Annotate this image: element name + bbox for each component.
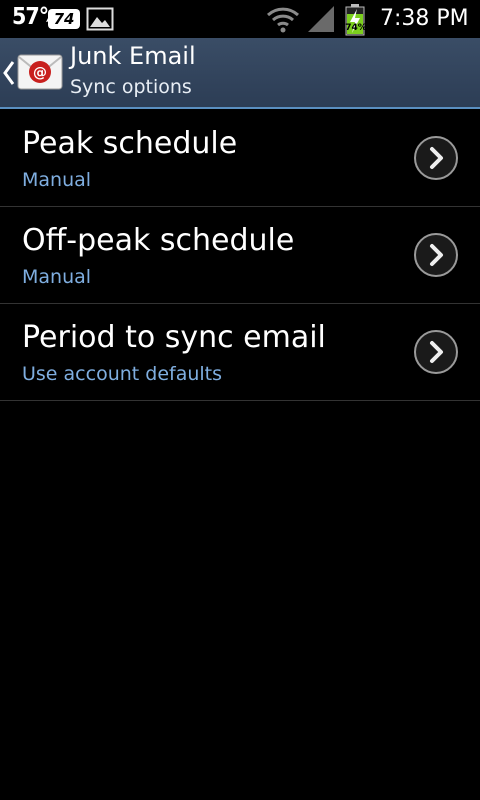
setting-value: Manual [22,266,92,288]
notification-badge-count: 74 [53,10,75,28]
chevron-right-icon[interactable] [413,135,459,181]
clock: 7:38 PM [380,6,469,31]
page-title: Junk Email [70,42,196,70]
back-chevron-icon[interactable] [2,58,16,88]
action-bar[interactable]: @ Junk Email Sync options [0,38,480,109]
battery-percent: 74% [345,23,367,33]
svg-text:@: @ [33,65,47,81]
setting-value: Manual [22,169,92,191]
setting-off-peak-schedule[interactable]: Off-peak schedule Manual [0,207,480,304]
image-icon [86,7,114,31]
setting-title: Peak schedule [22,126,238,161]
page-subtitle: Sync options [70,76,192,98]
wifi-icon [266,5,300,33]
setting-period-to-sync-email[interactable]: Period to sync email Use account default… [0,304,480,401]
settings-list: Peak schedule Manual Off-peak schedule M… [0,110,480,401]
setting-title: Period to sync email [22,320,326,355]
notification-badge-icon: 74 [46,8,82,30]
battery-charging-icon: 74% [343,4,369,36]
email-app-icon[interactable]: @ [17,52,63,92]
signal-icon [306,5,336,33]
status-bar: 57° 74 74% 7:38 PM [0,0,480,38]
setting-value: Use account defaults [22,363,223,385]
chevron-right-icon[interactable] [413,329,459,375]
weather-temperature: 57° [12,4,49,30]
chevron-right-icon[interactable] [413,232,459,278]
setting-peak-schedule[interactable]: Peak schedule Manual [0,110,480,207]
setting-title: Off-peak schedule [22,223,295,258]
